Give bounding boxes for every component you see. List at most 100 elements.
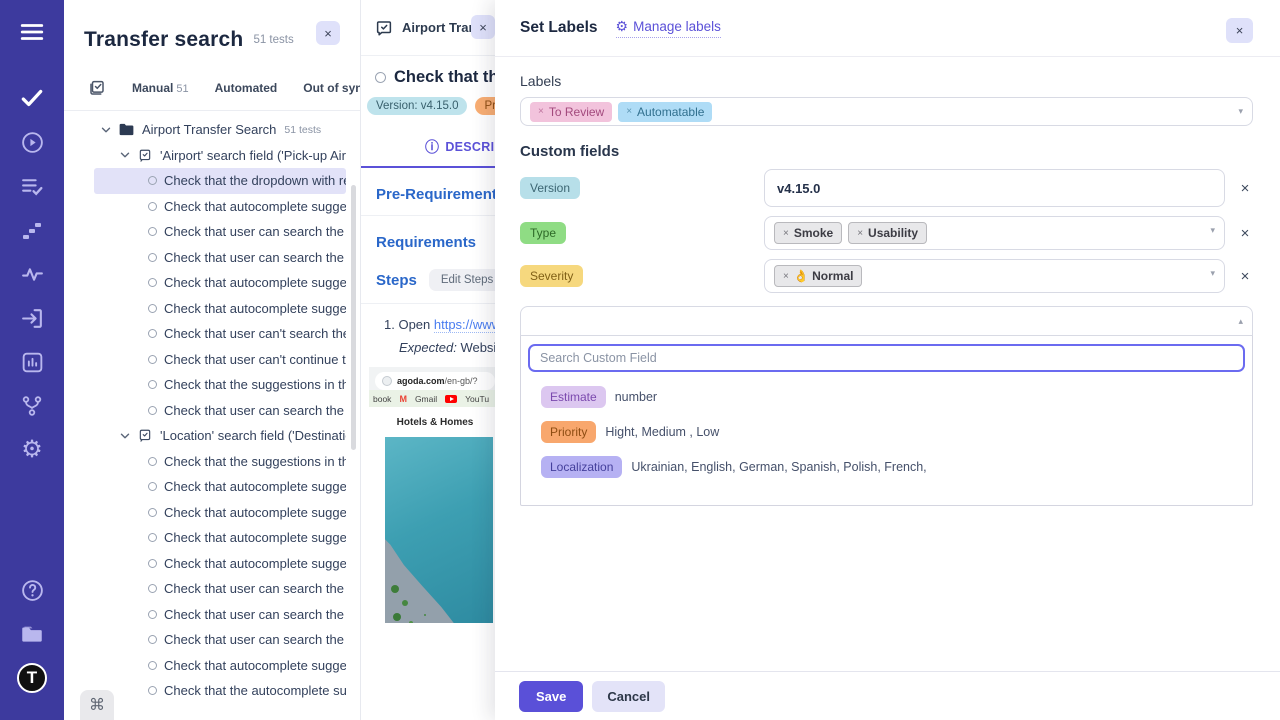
page-title: Transfer search: [84, 28, 243, 52]
tree-test-item[interactable]: Check that autocomplete suggest: [94, 474, 346, 500]
option-description: Ukrainian, English, German, Spanish, Pol…: [631, 460, 926, 474]
value-chip: ×Usability: [848, 222, 927, 244]
step-1-text: 1. Open: [384, 317, 434, 332]
cancel-button[interactable]: Cancel: [592, 681, 665, 712]
tree-test-item[interactable]: Check that autocomplete suggest: [94, 296, 346, 322]
dropdown-option-estimate[interactable]: Estimatenumber: [541, 386, 1245, 408]
projects-icon[interactable]: [14, 616, 50, 652]
tree-test-item[interactable]: Check that the autocomplete sugg: [94, 678, 346, 704]
search-input[interactable]: [528, 344, 1245, 372]
tree-test-item[interactable]: Check that autocomplete suggest: [94, 525, 346, 551]
screenshot-caption: Hotels & Homes: [369, 407, 501, 437]
attachment-screenshot[interactable]: agoda.com/en-gb/? book M Gmail YouTu Hot…: [369, 367, 501, 437]
edit-steps-button[interactable]: Edit Steps: [429, 269, 505, 291]
tree-test-item[interactable]: Check that user can search the 'Lo: [94, 627, 346, 653]
tree-folder-item[interactable]: Airport Transfer Search51 tests: [94, 117, 346, 143]
labels-select[interactable]: ×To Review×Automatable ▾: [520, 97, 1253, 126]
tree-item-label: Check that autocomplete suggest: [164, 479, 346, 494]
remove-field-button[interactable]: ×: [1237, 268, 1253, 285]
tree-suite-item[interactable]: 'Airport' search field ('Pick-up Air: [94, 143, 346, 169]
pulse-icon[interactable]: [14, 256, 50, 292]
custom-field-row: Severity×👌 Normal▾×: [520, 259, 1253, 293]
tree-test-item[interactable]: Check that autocomplete suggest: [94, 194, 346, 220]
tree-item-label: Check that the autocomplete sugg: [164, 683, 346, 698]
tree-item-label: Check that user can search the 'Lo: [164, 632, 346, 647]
custom-fields-heading: Custom fields: [520, 143, 1253, 160]
app-logo[interactable]: T: [14, 660, 50, 696]
command-shortcut-button[interactable]: ⌘: [80, 690, 114, 720]
dropdown-option-priority[interactable]: PriorityHight, Medium , Low: [541, 421, 1245, 443]
tab-manual[interactable]: Manual51: [132, 81, 189, 95]
modal-close-button[interactable]: ×: [1226, 18, 1253, 43]
tree-scrollbar[interactable]: [351, 185, 356, 450]
help-icon[interactable]: [14, 572, 50, 608]
tree-test-item[interactable]: Check that autocomplete suggest: [94, 551, 346, 577]
tree-test-item[interactable]: Check that the suggestions in the: [94, 449, 346, 475]
tree-test-item[interactable]: Check that the dropdown with rel: [94, 168, 346, 194]
detail-close-button[interactable]: ×: [471, 15, 495, 39]
expected-label: Expected:: [399, 340, 457, 355]
tab-automated[interactable]: Automated: [215, 81, 278, 95]
remove-field-button[interactable]: ×: [1237, 180, 1253, 197]
remove-chip-icon[interactable]: ×: [783, 271, 789, 282]
custom-field-select[interactable]: ×👌 Normal ▾: [764, 259, 1225, 293]
remove-chip-icon[interactable]: ×: [857, 228, 863, 239]
tree-test-item[interactable]: Check that the suggestions in the: [94, 372, 346, 398]
tree-test-item[interactable]: Check that user can't search the a: [94, 321, 346, 347]
option-description: Hight, Medium , Low: [605, 425, 719, 439]
tree-test-item[interactable]: Check that user can search the ai: [94, 245, 346, 271]
gear-icon[interactable]: ⚙: [14, 432, 50, 468]
tree-suite-item[interactable]: 'Location' search field ('Destinatio: [94, 423, 346, 449]
add-custom-field-combo[interactable]: ▴: [520, 306, 1253, 336]
chevron-down-icon: ▾: [1210, 268, 1215, 279]
bulk-select-icon[interactable]: [88, 78, 106, 98]
test-note-icon: [375, 19, 393, 37]
test-runs-icon[interactable]: [14, 168, 50, 204]
option-name-badge: Estimate: [541, 386, 606, 408]
manage-labels-link[interactable]: ⚙ Manage labels: [616, 18, 721, 38]
label-tag: ×To Review: [530, 102, 612, 122]
option-name-badge: Localization: [541, 456, 622, 478]
remove-tag-icon[interactable]: ×: [626, 106, 632, 117]
tab-out-of-syn[interactable]: Out of syn: [303, 81, 362, 95]
test-circle-icon: [148, 278, 157, 287]
test-circle-icon: [148, 202, 157, 211]
value-chip: ×Smoke: [774, 222, 842, 244]
tree-item-label: Check that autocomplete suggest: [164, 658, 346, 673]
custom-field-value: ×👌 Normal ▾: [764, 259, 1225, 293]
play-circle-icon[interactable]: [14, 124, 50, 160]
tree-test-item[interactable]: Check that user can search the ai: [94, 219, 346, 245]
custom-field-select[interactable]: ×Smoke×Usability▾: [764, 216, 1225, 250]
tree-item-label: Check that user can search the ai: [164, 250, 346, 265]
tree-test-item[interactable]: Check that autocomplete suggest: [94, 653, 346, 679]
import-icon[interactable]: [14, 300, 50, 336]
tree-test-item[interactable]: Check that autocomplete suggest: [94, 500, 346, 526]
modal-body: Labels ×To Review×Automatable ▾ Custom f…: [495, 57, 1280, 671]
menu-icon[interactable]: [14, 14, 50, 50]
tree-test-item[interactable]: Check that autocomplete suggest: [94, 270, 346, 296]
remove-chip-icon[interactable]: ×: [783, 228, 789, 239]
attachment-ocean-photo[interactable]: [385, 437, 493, 623]
check-icon[interactable]: [14, 80, 50, 116]
remove-tag-icon[interactable]: ×: [538, 106, 544, 117]
custom-field-input[interactable]: [764, 169, 1225, 207]
tree-item-label: 'Airport' search field ('Pick-up Air: [160, 148, 346, 163]
tree-test-item[interactable]: Check that user can search the 'Lo: [94, 602, 346, 628]
remove-field-button[interactable]: ×: [1237, 225, 1253, 242]
save-button[interactable]: Save: [519, 681, 583, 712]
test-circle-icon: [148, 559, 157, 568]
tree-test-item[interactable]: Check that user can search the ai: [94, 398, 346, 424]
tree-item-label: Check that user can't search the a: [164, 326, 346, 341]
value-chip: ×👌 Normal: [774, 265, 862, 287]
app-root: ⚙ T Transfer search 51 tests × Manual51A…: [0, 0, 1280, 720]
dropdown-option-localization[interactable]: Localization Ukrainian, English, German, …: [541, 456, 1245, 478]
tree-test-item[interactable]: Check that user can't continue tra: [94, 347, 346, 373]
analytics-icon[interactable]: [14, 344, 50, 380]
tree-close-button[interactable]: ×: [316, 21, 340, 45]
steps-icon[interactable]: [14, 212, 50, 248]
custom-field-value: [764, 169, 1225, 207]
test-circle-icon: [148, 227, 157, 236]
tree-item-label: Check that autocomplete suggest: [164, 505, 346, 520]
tree-test-item[interactable]: Check that user can search the 'Lo: [94, 576, 346, 602]
branch-icon[interactable]: [14, 388, 50, 424]
